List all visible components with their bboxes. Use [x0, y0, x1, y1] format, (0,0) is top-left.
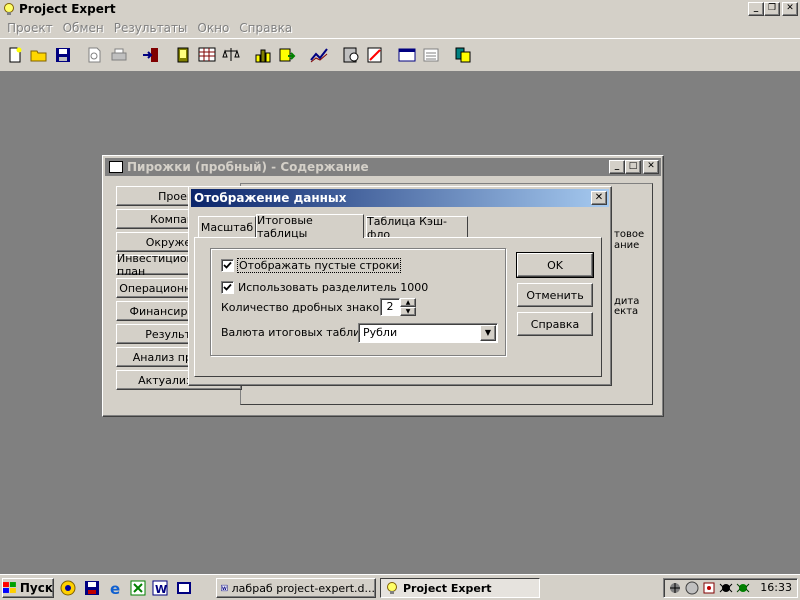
cancel-button[interactable]: Отменить — [517, 283, 593, 307]
report-editor-icon[interactable] — [364, 44, 386, 66]
restore-button[interactable]: ❐ — [764, 2, 780, 16]
window-tiles-icon[interactable] — [396, 44, 418, 66]
svg-text:e: e — [110, 580, 120, 596]
internet-explorer-icon[interactable]: e — [108, 580, 124, 596]
open-folder-icon[interactable] — [28, 44, 50, 66]
menu-help[interactable]: Справка — [234, 21, 297, 35]
task-label: Project Expert — [403, 581, 492, 595]
print-icon[interactable] — [108, 44, 130, 66]
network-icon[interactable] — [668, 581, 682, 595]
use-separator-checkbox[interactable] — [221, 280, 234, 294]
bar-chart-icon[interactable] — [252, 44, 274, 66]
tab-cash-flow[interactable]: Таблица Кэш-фло — [366, 215, 468, 241]
help-button[interactable]: Справка — [517, 312, 593, 336]
currency-label: Валюта итоговых таблиц: — [221, 326, 372, 339]
menu-window[interactable]: Окно — [192, 21, 234, 35]
taskbar: Пуск e W W лабраб project-expert.d... Pr… — [0, 574, 800, 600]
lightbulb-icon — [4, 3, 14, 15]
media-icon[interactable] — [702, 581, 716, 595]
dialog-title: Отображение данных — [194, 191, 347, 205]
content-close-button[interactable]: ✕ — [643, 160, 659, 174]
clock: 16:33 — [760, 581, 792, 594]
reports-icon[interactable] — [172, 44, 194, 66]
currency-select[interactable]: Рубли ▼ — [358, 323, 498, 343]
browser-icon[interactable] — [60, 580, 76, 596]
start-label: Пуск — [19, 581, 53, 595]
right-label: ание — [614, 240, 640, 251]
right-label: екта — [614, 306, 639, 317]
antivirus-icon[interactable] — [736, 581, 750, 595]
save-disk-icon[interactable] — [52, 44, 74, 66]
close-button[interactable]: ✕ — [782, 2, 798, 16]
decimal-places-label: Количество дробных знаков: — [221, 301, 390, 314]
lightbulb-icon — [387, 582, 397, 594]
task-label: лабраб project-expert.d... — [231, 581, 375, 595]
app-titlebar: Project Expert _ ❐ ✕ — [0, 0, 800, 18]
project-expert-icon[interactable] — [176, 580, 192, 596]
dialog-titlebar: Отображение данных — [191, 189, 609, 207]
chevron-down-icon[interactable]: ▼ — [480, 325, 496, 341]
balance-scales-icon[interactable] — [220, 44, 242, 66]
checkmark-icon — [223, 283, 232, 291]
analysis-icon[interactable] — [340, 44, 362, 66]
excel-icon[interactable] — [130, 580, 146, 596]
menu-results[interactable]: Результаты — [109, 21, 193, 35]
show-empty-rows-checkbox[interactable] — [221, 258, 234, 272]
dialog-close-button[interactable]: ✕ — [591, 191, 607, 205]
menu-project[interactable]: Проект — [2, 21, 58, 35]
svg-text:W: W — [155, 583, 167, 596]
task-word-document[interactable]: W лабраб project-expert.d... — [216, 578, 376, 598]
right-label: товое — [614, 229, 645, 240]
content-window-title: Пирожки (пробный) - Содержание — [127, 160, 369, 174]
currency-value: Рубли — [363, 326, 398, 339]
line-chart-icon[interactable] — [308, 44, 330, 66]
cash-flow-table-icon[interactable] — [196, 44, 218, 66]
tab-scale[interactable]: Масштаб — [198, 216, 256, 238]
ok-button[interactable]: OK — [516, 252, 594, 278]
save-disk-icon[interactable] — [84, 580, 100, 596]
document-icon — [109, 161, 123, 173]
word-icon[interactable]: W — [152, 580, 168, 596]
agent-icon[interactable] — [719, 581, 733, 595]
tab-summary-tables[interactable]: Итоговые таблицы — [256, 214, 364, 240]
use-separator-label: Использовать разделитель 1000 — [238, 280, 429, 294]
word-icon: W — [221, 584, 228, 592]
toolbar — [0, 38, 800, 72]
task-project-expert[interactable]: Project Expert — [380, 578, 540, 598]
spin-down-icon[interactable]: ▼ — [400, 307, 416, 316]
menu-exchange[interactable]: Обмен — [58, 21, 109, 35]
use-separator-row[interactable]: Использовать разделитель 1000 — [221, 279, 428, 295]
new-document-icon[interactable] — [4, 44, 26, 66]
volume-icon[interactable] — [685, 581, 699, 595]
content-window-titlebar: Пирожки (пробный) - Содержание — [105, 158, 661, 176]
minimize-button[interactable]: _ — [748, 2, 764, 16]
content-minimize-button[interactable]: _ — [609, 160, 625, 174]
export-icon[interactable] — [276, 44, 298, 66]
content-maximize-button[interactable]: □ — [625, 160, 641, 174]
spin-up-icon[interactable]: ▲ — [400, 298, 416, 307]
menubar: Проект Обмен Результаты Окно Справка — [0, 18, 800, 38]
decimal-places-spinner[interactable]: ▲ ▼ — [400, 298, 416, 316]
database-icon[interactable] — [452, 44, 474, 66]
svg-text:W: W — [222, 586, 227, 592]
show-empty-rows-row[interactable]: Отображать пустые строки — [221, 257, 402, 273]
windows-logo-icon — [3, 582, 16, 593]
print-preview-icon[interactable] — [84, 44, 106, 66]
start-button[interactable]: Пуск — [2, 578, 54, 598]
decimal-places-input[interactable]: 2 — [380, 298, 400, 316]
exit-door-icon[interactable] — [140, 44, 162, 66]
window-list-icon[interactable] — [420, 44, 442, 66]
show-empty-rows-label: Отображать пустые строки — [236, 257, 402, 273]
app-title: Project Expert — [19, 2, 116, 16]
checkmark-icon — [223, 261, 232, 269]
